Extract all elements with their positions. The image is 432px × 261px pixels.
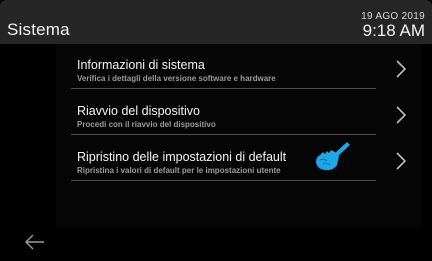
time-display: 9:18 AM [362, 21, 425, 40]
menu-item-title: Informazioni di sistema [77, 58, 205, 72]
divider [71, 180, 376, 181]
header-bar: Sistema 19 AGO 2019 9:18 AM [0, 0, 432, 44]
divider [71, 134, 376, 135]
menu-panel: Informazioni di sistema Verifica i detta… [56, 44, 422, 229]
divider [71, 88, 376, 89]
menu-item-title: Riavvio del dispositivo [77, 104, 200, 118]
chevron-right-icon [396, 152, 407, 170]
menu-item-restart[interactable]: Riavvio del dispositivo Procedi con il r… [56, 90, 422, 134]
system-screen: Sistema 19 AGO 2019 9:18 AM Informazioni… [0, 0, 432, 261]
chevron-right-icon [396, 60, 407, 78]
menu-item-subtitle: Procedi con il riavvio del dispositivo [77, 120, 216, 129]
page-title: Sistema [7, 20, 70, 39]
hand-pointer-icon [316, 142, 350, 171]
chevron-right-icon [396, 106, 407, 124]
menu-item-factory-reset[interactable]: Ripristino delle impostazioni di default… [56, 136, 422, 180]
menu-item-title: Ripristino delle impostazioni di default [77, 150, 287, 164]
menu-item-system-info[interactable]: Informazioni di sistema Verifica i detta… [56, 44, 422, 88]
menu-item-subtitle: Verifica i dettagli della versione softw… [77, 74, 276, 83]
menu-item-subtitle: Ripristina i valori di default per le im… [77, 166, 281, 175]
back-arrow-icon[interactable] [23, 232, 47, 252]
